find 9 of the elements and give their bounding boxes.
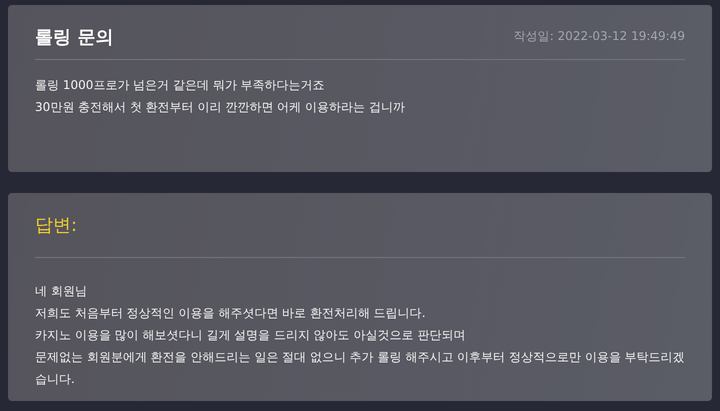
question-text: 롤링 1000프로가 넘은거 같은데 뭐가 부족하다는거죠: [35, 77, 326, 94]
date-text: 작성일: 2022-03-12 19:49:49: [514, 28, 685, 45]
question-title: 롤링 문의: [35, 26, 114, 49]
answer-text: 네 회원님: [35, 283, 88, 300]
answer-text: 문제없는 회원분에게 환전을 안해드리는 일은 절대 없으니 추가 롤링 해주시고 이후부터 정상적으로만 이용을 부탁드리겠습니다.: [35, 349, 685, 388]
answer-text: 저희도 처음부터 정상적인 이용을 해주셧다면 바로 환전처리해 드립니다.: [35, 305, 427, 322]
answer-text: 카지노 이용을 많이 해보셧다니 길게 설명을 드리지 않아도 아실것으로 판단되며: [35, 327, 466, 344]
answer-title: 답변:: [35, 214, 78, 237]
question-text: 30만원 충전해서 첫 환전부터 이리 깐깐하면 어케 이용하라는 겁니까: [35, 99, 406, 116]
